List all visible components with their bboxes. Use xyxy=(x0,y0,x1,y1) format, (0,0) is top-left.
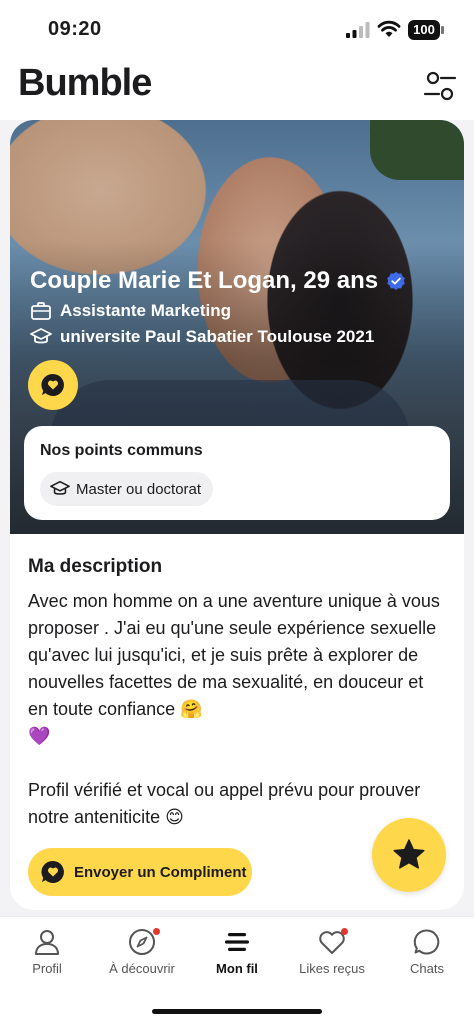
profile-name: Couple Marie Et Logan, 29 ans xyxy=(30,267,379,294)
compliment-button[interactable] xyxy=(28,360,78,410)
graduation-cap-icon xyxy=(30,328,52,344)
compliment-heart-bubble-icon xyxy=(41,373,64,396)
tab-label: Chats xyxy=(410,961,444,976)
profile-name-row: Couple Marie Et Logan, 29 ans xyxy=(30,264,406,298)
send-compliment-button[interactable]: Envoyer un Compliment xyxy=(28,848,252,896)
common-interests-title: Nos points communs xyxy=(40,442,203,459)
tab-likes-recus[interactable]: Likes reçus xyxy=(285,927,379,983)
star-icon xyxy=(393,839,425,869)
briefcase-icon xyxy=(31,302,51,320)
cellular-signal-icon xyxy=(346,22,370,38)
chat-bubble-icon xyxy=(413,929,440,955)
profile-school-row: universite Paul Sabatier Toulouse 2021 xyxy=(30,324,374,350)
common-interest-label: Master ou doctorat xyxy=(76,480,202,498)
battery-level: 100 xyxy=(408,20,440,40)
profile-job-row: Assistante Marketing xyxy=(30,298,231,324)
verified-badge-icon[interactable] xyxy=(386,271,406,291)
status-bar: 09:20 100 xyxy=(0,0,474,56)
tab-label: Mon fil xyxy=(216,961,258,976)
bumble-logo: Bumble xyxy=(18,62,152,104)
feed-icon xyxy=(225,933,249,951)
tab-profil[interactable]: Profil xyxy=(0,927,94,983)
tab-label: À découvrir xyxy=(109,961,175,976)
send-compliment-label: Envoyer un Compliment xyxy=(74,863,247,881)
profile-job: Assistante Marketing xyxy=(60,301,231,320)
common-interest-chip: Master ou doctorat xyxy=(40,472,214,506)
home-indicator[interactable] xyxy=(152,1009,322,1014)
compliment-heart-bubble-icon xyxy=(41,860,64,883)
tab-a-decouvrir[interactable]: À découvrir xyxy=(95,927,189,983)
person-icon xyxy=(35,930,59,955)
tab-label: Likes reçus xyxy=(299,961,365,976)
status-time: 09:20 xyxy=(48,18,102,40)
notification-dot xyxy=(341,928,348,935)
wifi-icon xyxy=(377,20,401,37)
app-header: Bumble xyxy=(0,56,474,120)
common-interests-card: Nos points communs Master ou doctorat xyxy=(24,426,450,520)
bottom-tab-bar: Profil À découvrir Mon fil Likes reçus C… xyxy=(0,916,474,1024)
description-text: Avec mon homme on a une aventure unique … xyxy=(28,591,440,827)
tab-chats[interactable]: Chats xyxy=(380,927,474,983)
superswipe-button[interactable] xyxy=(372,818,446,892)
profile-school: universite Paul Sabatier Toulouse 2021 xyxy=(60,327,375,346)
notification-dot xyxy=(153,928,160,935)
tab-label: Profil xyxy=(32,961,62,976)
tab-mon-fil[interactable]: Mon fil xyxy=(190,927,284,983)
battery-icon: 100 xyxy=(408,20,444,40)
description-title: Ma description xyxy=(28,556,163,577)
graduation-cap-icon xyxy=(50,480,70,495)
filter-sliders-icon[interactable] xyxy=(422,68,458,104)
profile-card: Couple Marie Et Logan, 29 ans Assistante… xyxy=(10,120,464,910)
